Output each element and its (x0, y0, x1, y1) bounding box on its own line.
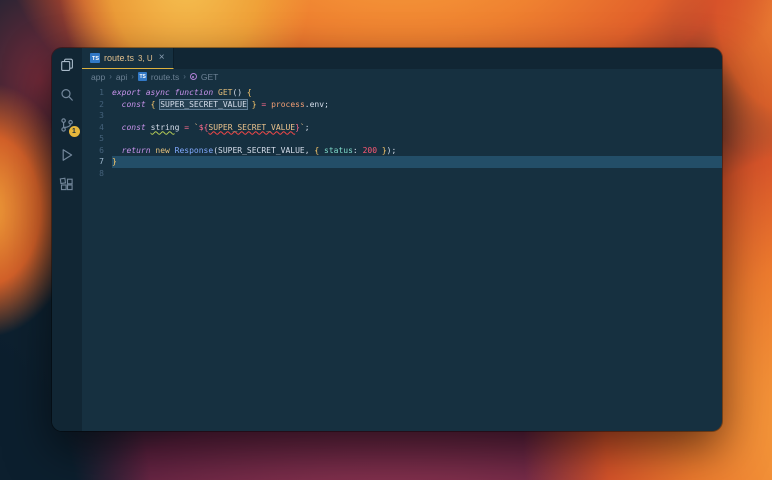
line-text: export async function GET() { (112, 88, 252, 97)
typescript-file-icon: TS (90, 53, 100, 63)
breadcrumb-symbol-get[interactable]: GET (201, 72, 218, 82)
line-number: 7 (99, 157, 104, 166)
source-control-badge: 1 (68, 126, 80, 137)
close-icon[interactable]: × (159, 53, 165, 63)
line-text (112, 110, 722, 122)
line-text: } (112, 156, 722, 168)
breadcrumb: app › api › TS route.ts › GET (82, 69, 722, 84)
tab-route-ts[interactable]: TS route.ts 3, U × (82, 48, 174, 69)
run-and-debug-icon[interactable] (59, 146, 76, 163)
code-line[interactable]: 6 return new Response(SUPER_SECRET_VALUE… (82, 145, 722, 157)
breadcrumb-item-file[interactable]: route.ts (151, 72, 179, 82)
tab-title: route.ts (104, 53, 135, 63)
line-number: 2 (99, 99, 104, 109)
breadcrumb-item-api[interactable]: api (116, 72, 127, 82)
code-line[interactable]: 8 (82, 168, 722, 180)
line-text (112, 168, 722, 180)
line-text: const { SUPER_SECRET_VALUE } = process.e… (121, 98, 329, 110)
code-line[interactable]: 1 export async function GET() { (82, 87, 722, 99)
explorer-icon[interactable] (59, 56, 76, 73)
vscode-window: 1 TS route.ts 3, U × app › api › TS rout… (52, 48, 722, 431)
tab-git-decoration: 3, U (138, 53, 153, 63)
code-line[interactable]: 7} (82, 156, 722, 168)
activity-bar: 1 (52, 48, 82, 431)
extensions-icon[interactable] (59, 176, 76, 193)
line-text: const string = `${SUPER_SECRET_VALUE}`; (121, 122, 310, 132)
line-number: 8 (99, 168, 104, 178)
line-text: return new Response(SUPER_SECRET_VALUE, … (121, 145, 397, 155)
breadcrumb-item-app[interactable]: app (91, 72, 105, 82)
chevron-right-icon: › (183, 72, 186, 81)
chevron-right-icon: › (131, 72, 134, 81)
symbol-method-icon (189, 73, 197, 80)
line-number: 4 (99, 122, 104, 132)
source-control-icon[interactable]: 1 (59, 116, 80, 137)
code-line[interactable]: 2 const { SUPER_SECRET_VALUE } = process… (82, 98, 722, 111)
chevron-right-icon: › (109, 72, 112, 81)
code-lines: 1 export async function GET() {2 const { … (82, 87, 722, 179)
tab-bar: TS route.ts 3, U × (82, 48, 722, 69)
line-number: 5 (99, 134, 104, 143)
editor-group: TS route.ts 3, U × app › api › TS route.… (82, 48, 722, 431)
line-number: 6 (99, 145, 104, 155)
typescript-file-icon: TS (137, 72, 147, 81)
code-line[interactable]: 4 const string = `${SUPER_SECRET_VALUE}`… (82, 122, 722, 134)
code-line[interactable]: 5 (82, 133, 722, 145)
line-text (112, 133, 722, 145)
code-editor[interactable]: 1 export async function GET() {2 const { … (82, 84, 722, 431)
line-number: 3 (99, 111, 104, 120)
search-icon[interactable] (59, 86, 76, 103)
desktop-wallpaper: 1 TS route.ts 3, U × app › api › TS rout… (0, 0, 772, 480)
code-line[interactable]: 3 (82, 110, 722, 122)
line-number: 1 (99, 88, 104, 97)
